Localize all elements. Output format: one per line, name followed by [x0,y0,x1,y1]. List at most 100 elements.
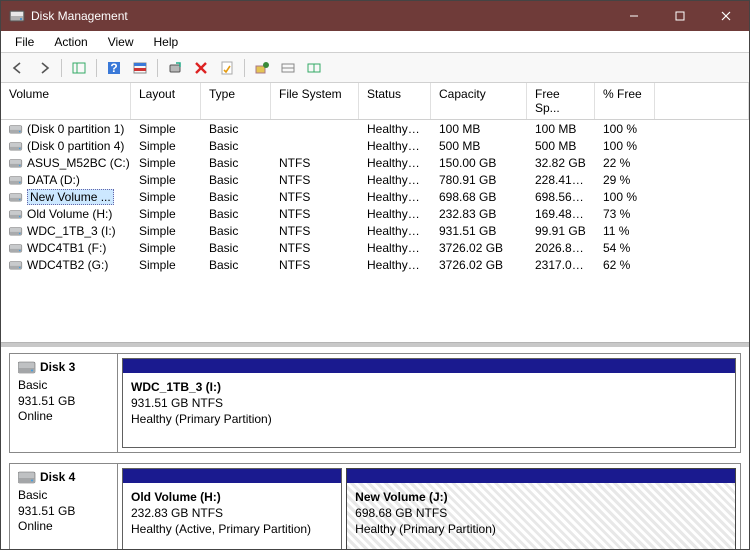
disk-label-panel[interactable]: Disk 4 Basic 931.51 GB Online [10,464,118,549]
volume-type: Basic [201,224,271,238]
separator [96,59,97,77]
help-button[interactable]: ? [103,57,125,79]
refresh-button[interactable] [164,57,186,79]
partition-stripe [347,469,735,483]
volume-fs: NTFS [271,156,359,170]
volume-type: Basic [201,156,271,170]
disk-type: Basic [18,378,109,394]
disk-name: Disk 4 [40,470,75,484]
minimize-button[interactable] [611,1,657,31]
volume-free: 2026.80... [527,241,595,255]
menu-view[interactable]: View [98,33,144,51]
partition-name: New Volume (J:) [355,489,727,505]
disk-block: Disk 4 Basic 931.51 GB Online Old Volume… [9,463,741,549]
volume-layout: Simple [131,258,201,272]
volume-icon [9,260,23,270]
view-settings-button[interactable] [129,57,151,79]
volume-type: Basic [201,173,271,187]
menu-action[interactable]: Action [44,33,97,51]
volume-pctfree: 100 % [595,122,655,136]
volume-capacity: 100 MB [431,122,527,136]
volume-icon [9,158,23,168]
disk-status: Online [18,409,109,425]
volume-free: 100 MB [527,122,595,136]
disk-type: Basic [18,488,109,504]
volume-status: Healthy (B... [359,173,431,187]
col-volume[interactable]: Volume [1,83,131,119]
separator [157,59,158,77]
col-type[interactable]: Type [201,83,271,119]
volume-layout: Simple [131,190,201,204]
volume-layout: Simple [131,122,201,136]
volume-row[interactable]: Old Volume (H:)SimpleBasicNTFSHealthy (A… [1,205,749,222]
disk-graphic-pane[interactable]: Disk 3 Basic 931.51 GB Online WDC_1TB_3 … [1,347,749,549]
volume-type: Basic [201,258,271,272]
volume-row[interactable]: (Disk 0 partition 1)SimpleBasicHealthy (… [1,120,749,137]
separator [61,59,62,77]
maximize-button[interactable] [657,1,703,31]
volume-row[interactable]: WDC4TB1 (F:)SimpleBasicNTFSHealthy (B...… [1,239,749,256]
volume-capacity: 232.83 GB [431,207,527,221]
col-status[interactable]: Status [359,83,431,119]
column-headers: Volume Layout Type File System Status Ca… [1,83,749,120]
volume-free: 500 MB [527,139,595,153]
col-filesystem[interactable]: File System [271,83,359,119]
volume-row[interactable]: (Disk 0 partition 4)SimpleBasicHealthy (… [1,137,749,154]
volume-row[interactable]: New Volume ...SimpleBasicNTFSHealthy (P.… [1,188,749,205]
volume-status: Healthy (A... [359,207,431,221]
volume-row[interactable]: DATA (D:)SimpleBasicNTFSHealthy (B...780… [1,171,749,188]
volume-capacity: 780.91 GB [431,173,527,187]
properties-button[interactable] [216,57,238,79]
menu-help[interactable]: Help [144,33,189,51]
volume-list[interactable]: Volume Layout Type File System Status Ca… [1,83,749,343]
volume-layout: Simple [131,241,201,255]
menu-file[interactable]: File [5,33,44,51]
volume-layout: Simple [131,224,201,238]
volume-layout: Simple [131,156,201,170]
volume-name: (Disk 0 partition 1) [27,122,124,136]
show-hide-tree-button[interactable] [68,57,90,79]
volume-name: WDC4TB2 (G:) [27,258,108,272]
col-spacer [655,83,749,119]
action-button-3[interactable] [303,57,325,79]
partition-box[interactable]: Old Volume (H:) 232.83 GB NTFS Healthy (… [122,468,342,549]
col-layout[interactable]: Layout [131,83,201,119]
volume-row[interactable]: WDC4TB2 (G:)SimpleBasicNTFSHealthy (B...… [1,256,749,273]
partition-box[interactable]: WDC_1TB_3 (I:) 931.51 GB NTFS Healthy (P… [122,358,736,448]
partition-box[interactable]: New Volume (J:) 698.68 GB NTFS Healthy (… [346,468,736,549]
volume-capacity: 3726.02 GB [431,241,527,255]
menu-bar: File Action View Help [1,31,749,53]
volume-fs: NTFS [271,173,359,187]
col-freespace[interactable]: Free Sp... [527,83,595,119]
volume-pctfree: 54 % [595,241,655,255]
partition-status: Healthy (Primary Partition) [355,521,727,537]
action-button-2[interactable] [277,57,299,79]
volume-icon [9,175,23,185]
volume-row[interactable]: WDC_1TB_3 (I:)SimpleBasicNTFSHealthy (P.… [1,222,749,239]
volume-layout: Simple [131,207,201,221]
volume-layout: Simple [131,173,201,187]
volume-icon [9,209,23,219]
volume-row[interactable]: ASUS_M52BC (C:)SimpleBasicNTFSHealthy (B… [1,154,749,171]
disk-status: Online [18,519,109,535]
partition-status: Healthy (Primary Partition) [131,411,727,427]
disk-mgmt-icon [9,8,25,24]
title-bar: Disk Management [1,1,749,31]
volume-capacity: 500 MB [431,139,527,153]
partition-status: Healthy (Active, Primary Partition) [131,521,333,537]
forward-button[interactable] [33,57,55,79]
delete-button[interactable] [190,57,212,79]
volume-status: Healthy (R... [359,139,431,153]
back-button[interactable] [7,57,29,79]
disk-label-panel[interactable]: Disk 3 Basic 931.51 GB Online [10,354,118,452]
disk-size: 931.51 GB [18,504,109,520]
volume-fs: NTFS [271,207,359,221]
col-pctfree[interactable]: % Free [595,83,655,119]
col-capacity[interactable]: Capacity [431,83,527,119]
volume-fs: NTFS [271,241,359,255]
action-button-1[interactable] [251,57,273,79]
separator [244,59,245,77]
volume-pctfree: 11 % [595,224,655,238]
close-button[interactable] [703,1,749,31]
partition-size: 232.83 GB NTFS [131,505,333,521]
